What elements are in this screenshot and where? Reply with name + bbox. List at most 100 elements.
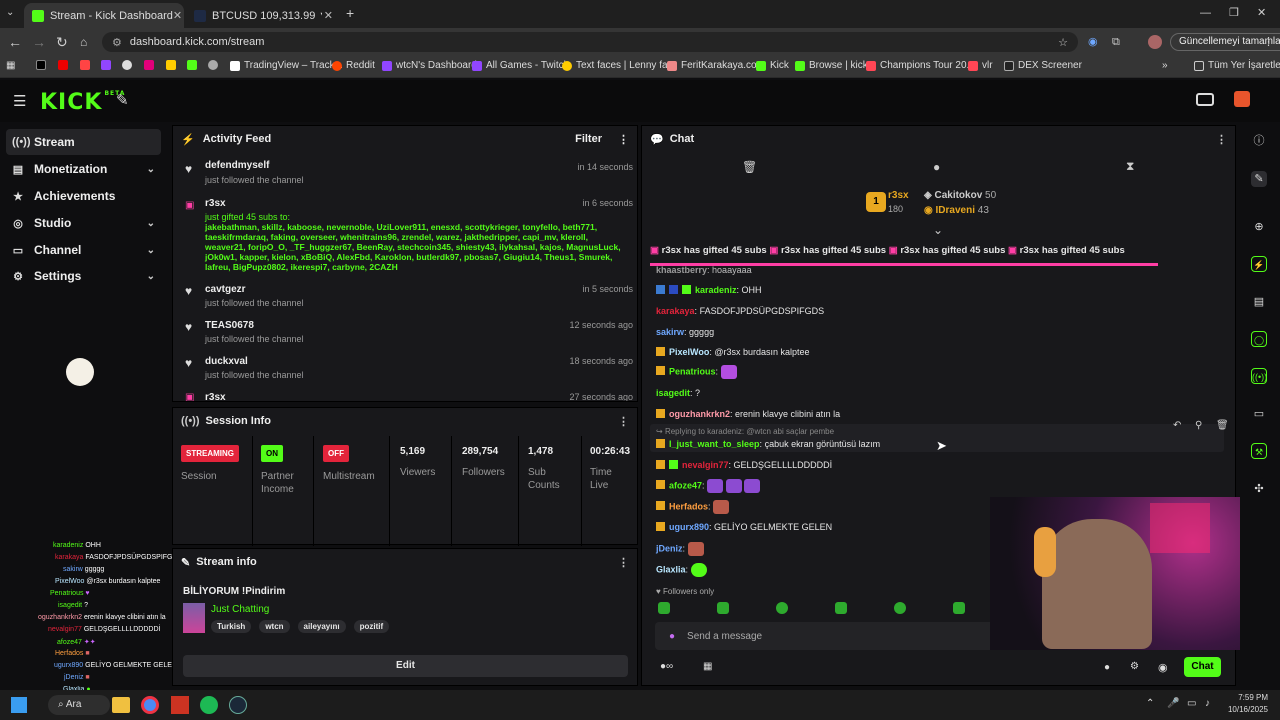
activity-username[interactable]: defendmyself (205, 160, 269, 171)
tag-chip[interactable]: wtcn (259, 620, 290, 633)
hourglass-icon[interactable]: ⧗ (1126, 159, 1134, 174)
close-tab-icon[interactable]: ✕ (173, 9, 182, 22)
more-options-icon[interactable]: ⋮ (1216, 133, 1227, 146)
bookmark-text-faces[interactable]: Text faces | Lenny fa... (562, 60, 676, 71)
microphone-icon[interactable]: 🎤 (1167, 698, 1179, 709)
more-options-icon[interactable]: ⋮ (618, 415, 629, 428)
chat-username[interactable]: jDeniz (656, 543, 683, 553)
bookmark-icon[interactable] (208, 60, 222, 70)
quick-emote-icon[interactable] (953, 602, 965, 614)
channel-avatar[interactable] (1234, 91, 1250, 107)
theater-mode-icon[interactable] (1196, 93, 1214, 106)
quick-emote-icon[interactable] (835, 602, 847, 614)
points-icon[interactable]: ●∞ (660, 661, 673, 672)
chat-settings-icon[interactable]: ⚙ (1130, 661, 1139, 672)
network-icon[interactable]: ▭ (1187, 698, 1196, 709)
bookmark-champions-tour[interactable]: Champions Tour 20... (866, 60, 975, 71)
bookmark-vlr[interactable]: vlr (968, 60, 993, 71)
store-icon[interactable]: ▦ (703, 661, 712, 672)
edit-icon[interactable]: ✎ (1251, 171, 1267, 187)
bookmark-reddit[interactable]: Reddit (332, 60, 375, 71)
bookmark-kick[interactable]: Kick (756, 60, 789, 71)
site-info-icon[interactable]: ⚙ (112, 36, 122, 49)
sidebar-item-achievements[interactable]: ★ Achievements (6, 183, 161, 209)
steam-icon[interactable] (229, 696, 247, 714)
delete-icon[interactable]: 🗑 (1216, 420, 1229, 431)
more-bookmarks-icon[interactable]: » (1162, 60, 1168, 71)
chat-username[interactable]: nevalgin77 (682, 460, 729, 470)
sidebar-item-channel[interactable]: ▭ Channel ⌄ (6, 237, 161, 263)
tab-kick-dashboard[interactable]: Stream - Kick Dashboard ✕ (24, 3, 184, 28)
kick-logo[interactable]: KICK BETA (40, 90, 125, 115)
profile-avatar[interactable] (1148, 35, 1162, 49)
forward-icon[interactable]: → (32, 34, 46, 50)
chat-username[interactable]: karakaya (656, 306, 695, 316)
bookmark-all-games-twitch[interactable]: All Games - Twitch (472, 60, 569, 71)
sidebar-item-monetization[interactable]: ▤ Monetization ⌄ (6, 156, 161, 182)
edit-stream-info-button[interactable]: Edit (183, 655, 628, 677)
menu-kebab-icon[interactable]: ⋮ (1263, 34, 1274, 50)
extension-icon[interactable]: ◉ (1088, 34, 1098, 50)
chat-username[interactable]: Penatrious (669, 366, 716, 376)
chat-username[interactable]: sakirw (656, 327, 684, 337)
bookmark-dex-screener[interactable]: DEX Screener (1004, 60, 1082, 71)
broadcast-icon[interactable]: ((•)) (1251, 368, 1267, 384)
chat-icon[interactable]: ◯ (1251, 331, 1267, 347)
bookmark-wtcn-dashboard[interactable]: wtcN's Dashboard (382, 60, 477, 71)
app-icon[interactable] (171, 696, 189, 714)
leader-username[interactable]: r3sx (888, 190, 909, 201)
leader-username[interactable]: Cakitokov (934, 190, 982, 201)
bookmark-icon[interactable] (101, 60, 115, 70)
bookmark-tradingview[interactable]: TradingView – Track... (230, 60, 343, 71)
activity-username[interactable]: r3sx (205, 392, 226, 401)
activity-username[interactable]: TEAS0678 (205, 320, 254, 331)
file-explorer-icon[interactable] (112, 697, 130, 713)
back-icon[interactable]: ← (8, 34, 22, 50)
all-bookmarks-folder[interactable]: Tüm Yer İşaretleri (1194, 60, 1280, 71)
bookmark-icon[interactable] (166, 60, 180, 70)
tag-chip[interactable]: aileyayını (297, 620, 346, 633)
chat-username[interactable]: oguzhankrkn2 (669, 409, 730, 419)
multistream-badge[interactable]: OFF (323, 445, 349, 462)
bookmark-browse-kick[interactable]: Browse | kick (795, 60, 868, 71)
trash-icon[interactable]: 🗑 (742, 160, 757, 174)
windows-start-icon[interactable] (11, 697, 27, 713)
chat-username[interactable]: I_just_want_to_sleep (669, 439, 760, 449)
tag-chip[interactable]: pozitif (353, 620, 390, 633)
minimize-icon[interactable]: — (1200, 5, 1211, 21)
taskbar-search[interactable]: ⌕ Ara (48, 695, 110, 715)
extensions-puzzle-icon[interactable]: ⧉ (1112, 34, 1120, 50)
pin-icon[interactable]: ⚲ (1195, 420, 1202, 431)
category-thumbnail[interactable] (183, 603, 205, 633)
target-icon[interactable]: ⊕ (1251, 219, 1267, 235)
chat-username[interactable]: khaastberry (656, 265, 707, 275)
chat-username[interactable]: afoze47 (669, 480, 702, 490)
chrome-icon[interactable] (141, 696, 159, 714)
close-tab-icon[interactable]: ✕ (324, 9, 333, 22)
quick-emote-icon[interactable] (717, 602, 729, 614)
category-link[interactable]: Just Chatting (211, 604, 269, 615)
new-tab-icon[interactable]: + (346, 5, 354, 21)
tab-btcusd[interactable]: BTCUSD 109,313.99 ▼ −1.34% ✕ (186, 3, 341, 28)
chat-username[interactable]: Herfados (669, 501, 708, 511)
more-options-icon[interactable]: ⋮ (618, 556, 629, 569)
tray-chevron-icon[interactable]: ⌃ (1146, 698, 1154, 709)
taskbar-clock[interactable]: 7:59 PM 10/16/2025 (1224, 693, 1268, 714)
creator-tools-icon[interactable]: ✎ (116, 91, 129, 109)
chat-input[interactable]: ● Send a message (655, 622, 995, 650)
bookmark-feritkarakaya[interactable]: FeritKarakaya.com (667, 60, 765, 71)
bookmark-icon[interactable] (80, 60, 94, 70)
volume-icon[interactable]: ♪ (1205, 698, 1210, 709)
restore-icon[interactable]: ❐ (1229, 5, 1239, 21)
bookmark-icon[interactable] (144, 60, 158, 70)
sidebar-item-settings[interactable]: ⚙ Settings ⌄ (6, 263, 161, 289)
chat-username[interactable]: Glaxlia (656, 564, 686, 574)
tab-search-icon[interactable]: ⌄ (6, 5, 14, 21)
chat-users-icon[interactable]: ● (1104, 662, 1110, 673)
chat-mode-icon[interactable]: ● (933, 160, 940, 174)
sidebar-item-studio[interactable]: ◎ Studio ⌄ (6, 210, 161, 236)
url-field[interactable]: ⚙ dashboard.kick.com/stream ☆ (102, 32, 1078, 52)
close-window-icon[interactable]: ✕ (1257, 5, 1266, 21)
bookmark-icon[interactable] (122, 60, 136, 70)
info-icon[interactable]: ⓘ (1251, 133, 1267, 149)
